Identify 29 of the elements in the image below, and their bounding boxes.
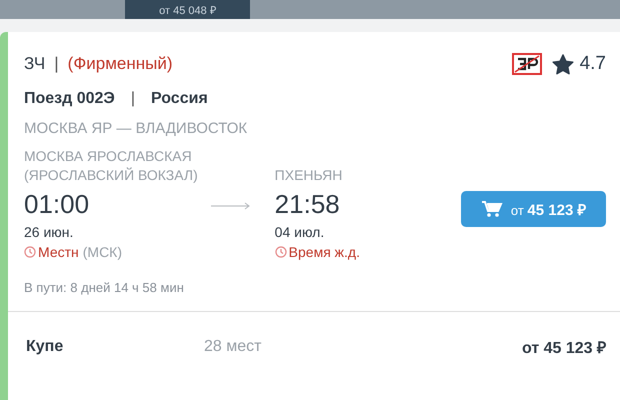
train-number: Поезд 002Э [24,90,115,108]
travel-duration: В пути: 8 дней 14 ч 58 мин [24,280,185,295]
separator: | [130,90,135,108]
clock-icon [24,246,36,258]
rating: 4.7 [580,53,606,75]
train-category: ЗЧ [24,54,46,74]
arrival-date: 04 июл. [274,224,326,240]
clock-icon [274,246,287,258]
price-tab[interactable]: от 45 048 ₽ [125,0,250,19]
brand-label: (Фирменный) [68,54,172,74]
separator: | [54,54,59,74]
timezone-label: Время ж.д. [288,244,360,260]
railway-logo-icon [512,53,542,75]
departure-time: 01:00 [24,188,90,221]
class-price: от 45 123 ₽ [522,339,606,358]
seat-count: 28 мест [204,338,262,356]
star-icon [552,54,574,74]
arrow-icon [210,202,251,210]
buy-button[interactable]: от 45 123 ₽ [461,191,606,227]
arrival-station: ПХЕНЬЯН [274,166,342,185]
departure-station: МОСКВА ЯРОСЛАВСКАЯ (ЯРОСЛАВСКИЙ ВОКЗАЛ) [24,147,199,185]
car-class: Купе [25,338,64,356]
departure-date: 26 июн. [24,224,74,240]
cart-icon [480,200,503,218]
timezone-note: (МСК) [82,244,122,260]
country: Россия [150,90,208,108]
arrival-time: 21:58 [274,188,341,221]
route: МОСКВА ЯР — ВЛАДИВОСТОК [24,120,248,137]
timezone-label: Местн [38,244,79,260]
